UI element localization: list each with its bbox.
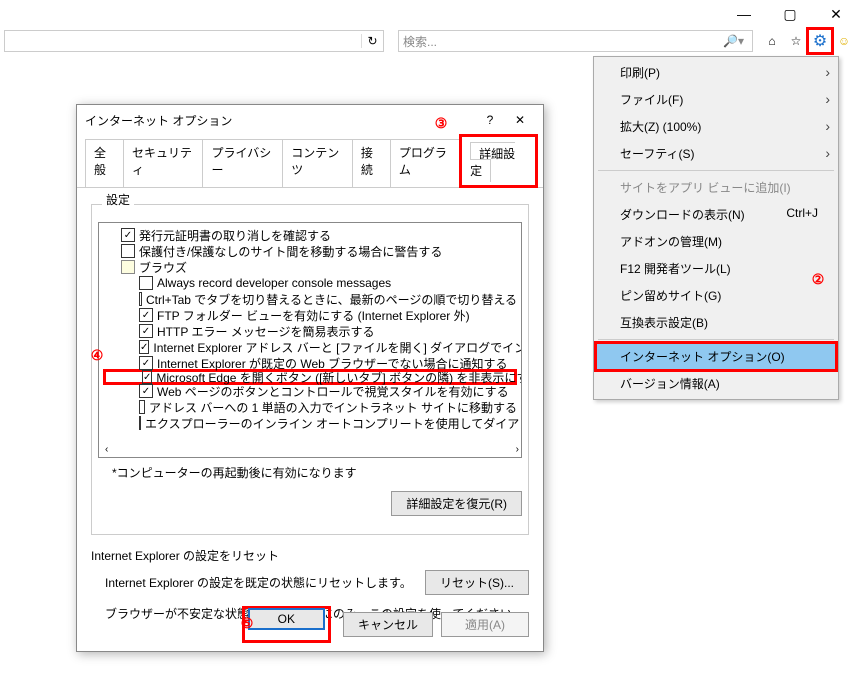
menu-item[interactable]: アドオンの管理(M): [596, 228, 836, 255]
search-input[interactable]: 検索... 🔎▾: [398, 30, 753, 52]
tree-label: Always record developer console messages: [157, 276, 391, 290]
tab-4[interactable]: 接続: [352, 139, 391, 187]
maximize-button[interactable]: ▢: [767, 0, 813, 28]
menu-item[interactable]: ダウンロードの表示(N)Ctrl+J: [596, 201, 836, 228]
checkbox[interactable]: ✓: [139, 324, 153, 338]
checkbox[interactable]: ✓: [139, 340, 149, 354]
annotation-1-box: ⚙: [806, 27, 834, 55]
smile-icon[interactable]: ☺: [833, 30, 855, 52]
menu-item[interactable]: セーフティ(S): [596, 140, 836, 167]
tree-row[interactable]: ✓ HTTP エラー メッセージを簡易表示する: [103, 323, 517, 339]
checkbox[interactable]: ✓: [121, 228, 135, 242]
tree-row[interactable]: ✓ Web ページのボタンとコントロールで視覚スタイルを有効にする: [103, 383, 517, 399]
cancel-button[interactable]: キャンセル: [343, 612, 433, 637]
tree-row[interactable]: 保護付き/保護なしのサイト間を移動する場合に警告する: [103, 243, 517, 259]
checkbox[interactable]: [139, 416, 141, 430]
folder-icon: [121, 260, 135, 274]
fieldset-label: 設定: [102, 193, 134, 207]
tab-1[interactable]: セキュリティ: [123, 139, 203, 187]
search-icon[interactable]: 🔎▾: [723, 34, 748, 48]
menu-item[interactable]: ピン留めサイト(G): [596, 282, 836, 309]
tab-2[interactable]: プライバシー: [202, 139, 283, 187]
checkbox[interactable]: ✓: [139, 356, 153, 370]
tree-row[interactable]: エクスプローラーのインライン オートコンプリートを使用してダイアログを実行す: [103, 415, 517, 431]
tree-label: Web ページのボタンとコントロールで視覚スタイルを有効にする: [157, 383, 509, 400]
tree-label: HTTP エラー メッセージを簡易表示する: [157, 323, 375, 340]
checkbox[interactable]: [139, 292, 142, 306]
annotation-4: ④: [86, 344, 108, 366]
annotation-5: ⑤: [236, 612, 258, 634]
menu-item[interactable]: サイトをアプリ ビューに追加(I): [596, 174, 836, 201]
home-icon[interactable]: ⌂: [761, 30, 783, 52]
reset-title: Internet Explorer の設定をリセット: [91, 547, 529, 564]
checkbox[interactable]: ✓: [139, 308, 153, 322]
checkbox[interactable]: [121, 244, 135, 258]
tree-label: Internet Explorer アドレス バーと [ファイルを開く] ダイア…: [153, 339, 522, 356]
restore-advanced-button[interactable]: 詳細設定を復元(R): [391, 491, 522, 516]
checkbox[interactable]: ✓: [139, 384, 153, 398]
menu-item[interactable]: 印刷(P): [596, 59, 836, 86]
menu-item[interactable]: インターネット オプション(O): [596, 343, 836, 370]
tree-row[interactable]: ブラウズ: [103, 259, 517, 275]
dialog-title: インターネット オプション: [85, 112, 232, 129]
tree-row[interactable]: ✓Internet Explorer アドレス バーと [ファイルを開く] ダイ…: [103, 339, 517, 355]
tab-0[interactable]: 全般: [85, 139, 124, 187]
internet-options-dialog: インターネット オプション ? ✕ 全般セキュリティプライバシーコンテンツ接続プ…: [76, 104, 544, 652]
tree-row[interactable]: ✓ 発行元証明書の取り消しを確認する: [103, 227, 517, 243]
tree-label: Ctrl+Tab でタブを切り替えるときに、最新のページの順で切り替える: [146, 291, 517, 308]
browser-toolbar: ↻ 検索... 🔎▾ ⌂ ☆ ⚙ ☺: [0, 28, 859, 54]
tree-label: アドレス バーへの 1 単語の入力でイントラネット サイトに移動する: [149, 399, 517, 416]
help-button[interactable]: ?: [475, 113, 505, 127]
menu-item[interactable]: 拡大(Z) (100%): [596, 113, 836, 140]
tree-row[interactable]: Always record developer console messages: [103, 275, 517, 291]
menu-item[interactable]: F12 開発者ツール(L): [596, 255, 836, 282]
tree-label: 発行元証明書の取り消しを確認する: [139, 227, 331, 244]
address-bar[interactable]: ↻: [4, 30, 384, 52]
minimize-button[interactable]: —: [721, 0, 767, 28]
settings-tree[interactable]: ✓ 発行元証明書の取り消しを確認する保護付き/保護なしのサイト間を移動する場合に警…: [98, 222, 522, 458]
close-window-button[interactable]: ✕: [813, 0, 859, 28]
tab-6[interactable]: 詳細設定: [470, 142, 515, 182]
checkbox[interactable]: ✓: [142, 370, 152, 384]
reset-description: Internet Explorer の設定を既定の状態にリセットします。: [105, 574, 412, 591]
annotation-2: ②: [807, 268, 829, 290]
tools-menu: 印刷(P)ファイル(F)拡大(Z) (100%)セーフティ(S) サイトをアプリ …: [593, 56, 839, 400]
menu-item[interactable]: バージョン情報(A): [596, 370, 836, 397]
reset-button[interactable]: リセット(S)...: [425, 570, 529, 595]
refresh-icon[interactable]: ↻: [361, 34, 383, 48]
restart-note: *コンピューターの再起動後に有効になります: [112, 464, 522, 481]
tree-row[interactable]: ✓ FTP フォルダー ビューを有効にする (Internet Explorer …: [103, 307, 517, 323]
favorites-icon[interactable]: ☆: [785, 30, 807, 52]
search-placeholder: 検索...: [403, 33, 437, 50]
tab-3[interactable]: コンテンツ: [282, 139, 353, 187]
tree-row[interactable]: アドレス バーへの 1 単語の入力でイントラネット サイトに移動する: [103, 399, 517, 415]
menu-item[interactable]: ファイル(F): [596, 86, 836, 113]
menu-item[interactable]: 互換表示設定(B): [596, 309, 836, 336]
tree-label: ブラウズ: [139, 259, 187, 276]
scroll-right-icon[interactable]: ›: [516, 444, 519, 455]
apply-button[interactable]: 適用(A): [441, 612, 529, 637]
tree-label: エクスプローラーのインライン オートコンプリートを使用してダイアログを実行す: [145, 415, 522, 432]
tree-row[interactable]: Ctrl+Tab でタブを切り替えるときに、最新のページの順で切り替える: [103, 291, 517, 307]
dialog-close-button[interactable]: ✕: [505, 113, 535, 127]
annotation-3: ③: [430, 112, 452, 134]
settings-fieldset: 設定 ✓発行元証明書の取り消しを確認する保護付き/保護なしのサイト間を移動する場…: [91, 204, 529, 535]
tab-5[interactable]: プログラム: [390, 139, 460, 187]
scroll-left-icon[interactable]: ‹: [105, 444, 108, 455]
tree-label: 保護付き/保護なしのサイト間を移動する場合に警告する: [139, 243, 442, 260]
dialog-tabs: 全般セキュリティプライバシーコンテンツ接続プログラム詳細設定: [77, 135, 543, 188]
ok-button[interactable]: OK: [248, 608, 325, 630]
checkbox[interactable]: [139, 276, 153, 290]
gear-icon[interactable]: ⚙: [809, 30, 831, 52]
tree-label: FTP フォルダー ビューを有効にする (Internet Explorer 外…: [157, 307, 470, 324]
checkbox[interactable]: [139, 400, 145, 414]
